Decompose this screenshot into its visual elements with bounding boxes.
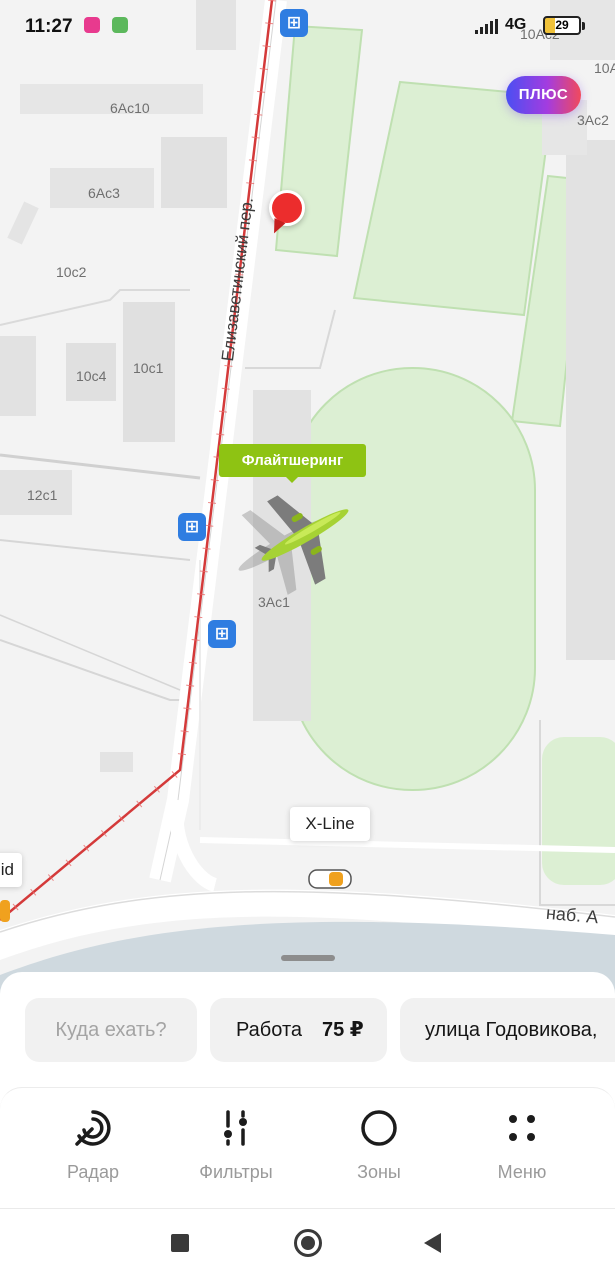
building-label: 3Ас2 — [577, 112, 609, 128]
building-label: 6Ас10 — [110, 100, 150, 116]
location-pin-icon[interactable] — [268, 190, 305, 240]
building-label: 6Ас3 — [88, 185, 120, 201]
back-button[interactable] — [424, 1233, 441, 1253]
work-price: 75 ₽ — [322, 1019, 364, 1041]
notification-app-icon — [112, 17, 128, 33]
map-view[interactable]: 6Ас10 6Ас3 10с2 10с4 10с1 12с1 3Ас1 10Ас… — [0, 0, 615, 1000]
menu-dots-icon — [509, 1115, 535, 1141]
building-label: 10А — [594, 60, 615, 76]
nav-filters[interactable]: Фильтры — [181, 1108, 291, 1183]
status-time: 11:27 — [25, 16, 73, 37]
offscreen-tag[interactable]: id — [0, 853, 22, 887]
where-to-input[interactable]: Куда ехать? — [25, 998, 197, 1062]
map-canvas — [0, 0, 615, 1000]
street-suggestion-chip[interactable]: улица Годовикова, — [400, 998, 615, 1062]
zones-icon — [361, 1110, 397, 1146]
nav-radar[interactable]: Радар — [38, 1108, 148, 1183]
network-type: 4G — [505, 16, 527, 33]
building-label: 3Ас1 — [258, 594, 290, 610]
xline-tag[interactable]: X-Line — [290, 807, 370, 841]
embankment-label: наб. А — [545, 902, 600, 928]
flight-sharing-tag[interactable]: Флайтшеринг — [219, 444, 366, 483]
recents-button[interactable] — [171, 1234, 189, 1252]
signal-icon — [475, 19, 498, 34]
nav-menu[interactable]: Меню — [467, 1108, 577, 1183]
work-label: Работа — [236, 1019, 302, 1041]
nav-label: Фильтры — [199, 1162, 273, 1182]
work-shortcut-chip[interactable]: Работа 75 ₽ — [210, 998, 387, 1062]
radar-icon — [75, 1110, 111, 1146]
building-label: 10с4 — [76, 368, 107, 384]
bus-stop-icon[interactable]: ⊞ — [178, 513, 206, 541]
plus-badge-button[interactable]: ПЛЮС — [506, 76, 581, 114]
building-label: 10с2 — [56, 264, 87, 280]
battery-icon: 29 — [543, 16, 585, 35]
status-bar: 11:27 4G 29 — [0, 0, 615, 52]
bus-stop-icon[interactable]: ⊞ — [208, 620, 236, 648]
sheet-drag-handle[interactable] — [281, 955, 335, 961]
filters-icon — [224, 1110, 247, 1146]
notification-app-icon — [84, 17, 100, 33]
nav-zones[interactable]: Зоны — [324, 1108, 434, 1183]
nav-label: Зоны — [357, 1162, 401, 1182]
building-label: 12с1 — [27, 487, 58, 503]
building-label: 10с1 — [133, 360, 164, 376]
nav-label: Радар — [67, 1162, 119, 1182]
nav-label: Меню — [497, 1162, 547, 1182]
home-button[interactable] — [294, 1229, 322, 1257]
